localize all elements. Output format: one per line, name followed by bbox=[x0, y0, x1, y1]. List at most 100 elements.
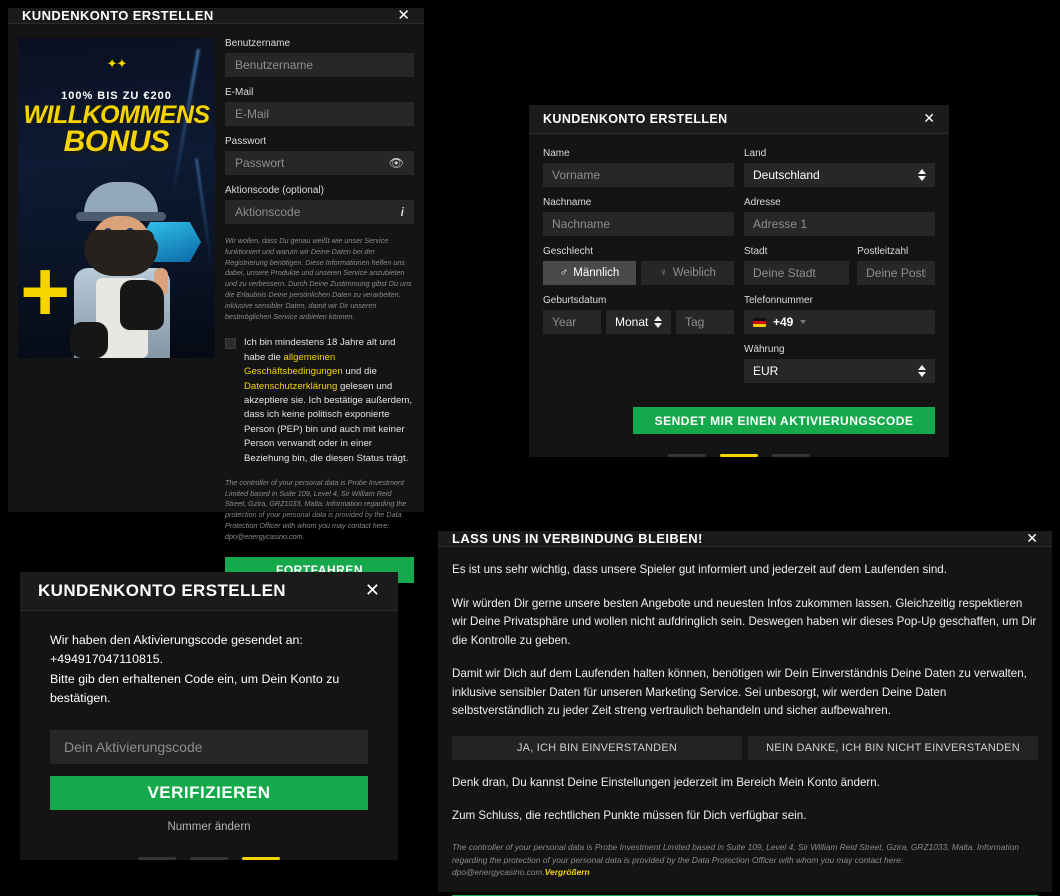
consent-paragraph-4: Denk dran, Du kannst Deine Einstellungen… bbox=[452, 775, 880, 789]
terms-consent-text: Ich bin mindestens 18 Jahre alt und habe… bbox=[244, 336, 414, 466]
dob-row: Monat bbox=[543, 310, 734, 334]
currency-label: Währung bbox=[744, 344, 785, 355]
username-input[interactable] bbox=[225, 53, 414, 77]
modal-body: ✦✦ 100% BIS ZU €200 WILLKOMMENS BONUS + … bbox=[8, 24, 424, 601]
pagination-dash-2[interactable] bbox=[720, 454, 758, 457]
dob-month-select[interactable]: Monat bbox=[606, 310, 671, 334]
email-label: E-Mail bbox=[225, 87, 254, 98]
info-icon[interactable]: i bbox=[401, 205, 404, 219]
promocode-input[interactable] bbox=[225, 200, 414, 224]
close-icon[interactable]: ✕ bbox=[365, 582, 380, 600]
currency-select-wrapper: EUR bbox=[744, 359, 935, 383]
city-zip-row: Stadt Postleitzahl bbox=[744, 246, 935, 285]
activation-code-input[interactable] bbox=[50, 730, 368, 764]
address-label: Adresse bbox=[744, 197, 781, 208]
welcome-bonus-banner: ✦✦ 100% BIS ZU €200 WILLKOMMENS BONUS + bbox=[18, 38, 215, 358]
registration-form-step1: Benutzername E-Mail Passwort 👁 Aktionsco… bbox=[145, 38, 414, 601]
gender-male-label: Männlich bbox=[573, 267, 620, 279]
activation-message-line-2: Bitte gib den erhaltenen Code ein, um De… bbox=[50, 671, 340, 705]
password-field-wrapper: 👁 bbox=[225, 151, 414, 185]
terms-checkbox[interactable] bbox=[225, 338, 236, 350]
modal-header: KUNDENKONTO ERSTELLEN ✕ bbox=[20, 572, 398, 612]
consent-choice-buttons: JA, ICH BIN EINVERSTANDEN NEIN DANKE, IC… bbox=[452, 735, 1038, 760]
modal-body: Name Nachname Geschlecht ♂ Männlich ♀ Weib… bbox=[529, 134, 949, 457]
city-label: Stadt bbox=[744, 246, 768, 257]
consent-paragraph-2: Wir würden Dir gerne unsere besten Angeb… bbox=[452, 596, 1037, 647]
dob-label: Geburtsdatum bbox=[543, 295, 607, 306]
pagination-dash-3[interactable] bbox=[772, 454, 810, 457]
form-column-right: Land Deutschland Adresse Stadt bbox=[744, 148, 935, 393]
pagination-dash-3[interactable] bbox=[242, 857, 280, 860]
privacy-link[interactable]: Datenschutzerklärung bbox=[244, 381, 337, 392]
phone-group: Telefonnummer +49 bbox=[744, 295, 935, 334]
firstname-input[interactable] bbox=[543, 163, 734, 187]
country-group: Land Deutschland bbox=[744, 148, 935, 187]
decline-button[interactable]: NEIN DANKE, ICH BIN NICHT EINVERSTANDEN bbox=[748, 735, 1038, 760]
age-terms-consent-row: Ich bin mindestens 18 Jahre alt und habe… bbox=[225, 336, 414, 466]
send-activation-code-button[interactable]: SENDET MIR EINEN AKTIVIERUNGSCODE bbox=[633, 407, 935, 434]
legal-disclaimer: The controller of your personal data is … bbox=[452, 841, 1038, 879]
activation-message: Wir haben den Aktivierungscode gesendet … bbox=[50, 631, 368, 708]
registration-step1-modal: KUNDENKONTO ERSTELLEN ✕ ✦✦ 100% BIS ZU €… bbox=[8, 8, 424, 601]
lastname-label: Nachname bbox=[543, 197, 592, 208]
dob-year-input[interactable] bbox=[543, 310, 601, 334]
address-group: Adresse bbox=[744, 197, 935, 236]
consent-part-3: gelesen und akzeptiere sie. Ich bestätig… bbox=[244, 380, 412, 464]
gender-male-button[interactable]: ♂ Männlich bbox=[543, 261, 636, 285]
eye-icon[interactable]: 👁 bbox=[389, 156, 404, 170]
registration-step3-modal: KUNDENKONTO ERSTELLEN ✕ Wir haben den Ak… bbox=[20, 572, 398, 860]
country-select[interactable]: Deutschland bbox=[744, 163, 935, 187]
gender-group: Geschlecht ♂ Männlich ♀ Weiblich bbox=[543, 246, 734, 285]
agree-button[interactable]: JA, ICH BIN EINVERSTANDEN bbox=[452, 735, 742, 760]
promocode-field-wrapper: i bbox=[225, 200, 414, 234]
verify-button[interactable]: VERIFIZIEREN bbox=[50, 776, 368, 810]
newsletter-consent-modal: LASS UNS IN VERBINDUNG BLEIBEN! ✕ Es ist… bbox=[438, 531, 1052, 896]
lastname-input[interactable] bbox=[543, 212, 734, 236]
registration-intro-text: Wir wollen, dass Du genau weißt wie unse… bbox=[225, 236, 412, 321]
city-input[interactable] bbox=[744, 261, 850, 285]
zip-input[interactable] bbox=[857, 261, 935, 285]
modal-header: KUNDENKONTO ERSTELLEN ✕ bbox=[529, 105, 949, 134]
modal-body: Es ist uns sehr wichtig, dass unsere Spi… bbox=[438, 547, 1052, 896]
pagination-dash-1[interactable] bbox=[668, 454, 706, 457]
consent-paragraph-3: Damit wir Dich auf dem Laufenden halten … bbox=[452, 667, 1027, 718]
close-icon[interactable]: ✕ bbox=[397, 8, 410, 23]
dob-group: Geburtsdatum Monat bbox=[543, 295, 734, 334]
currency-select[interactable]: EUR bbox=[744, 359, 935, 383]
city-group: Stadt bbox=[744, 246, 850, 285]
password-input[interactable] bbox=[225, 151, 414, 175]
page-title: KUNDENKONTO ERSTELLEN bbox=[543, 112, 728, 126]
phone-dial-code: +49 bbox=[773, 315, 794, 329]
change-number-link[interactable]: Nummer ändern bbox=[50, 821, 368, 833]
gender-female-button[interactable]: ♀ Weiblich bbox=[641, 261, 734, 285]
password-label: Passwort bbox=[225, 136, 267, 147]
country-select-wrapper: Deutschland bbox=[744, 163, 935, 187]
dob-day-input[interactable] bbox=[676, 310, 734, 334]
email-input[interactable] bbox=[225, 102, 414, 126]
expand-legal-link[interactable]: Vergrößern bbox=[545, 867, 590, 877]
male-symbol-icon: ♂ bbox=[559, 267, 569, 279]
form-columns: Name Nachname Geschlecht ♂ Männlich ♀ Weib… bbox=[543, 148, 935, 393]
germany-flag-icon bbox=[753, 317, 766, 327]
registration-step2-modal: KUNDENKONTO ERSTELLEN ✕ Name Nachname Ge… bbox=[529, 105, 949, 457]
close-icon[interactable]: ✕ bbox=[1026, 532, 1038, 546]
phone-label: Telefonnummer bbox=[744, 295, 813, 306]
pagination-dash-1[interactable] bbox=[138, 857, 176, 860]
lightning-decoration-icon bbox=[195, 158, 213, 268]
close-icon[interactable]: ✕ bbox=[923, 112, 935, 126]
modal-header: LASS UNS IN VERBINDUNG BLEIBEN! ✕ bbox=[438, 531, 1052, 547]
page-title: LASS UNS IN VERBINDUNG BLEIBEN! bbox=[452, 531, 703, 546]
pagination-dash-2[interactable] bbox=[190, 857, 228, 860]
promo-line-2: BONUS bbox=[63, 125, 170, 158]
page-title: KUNDENKONTO ERSTELLEN bbox=[38, 581, 286, 601]
gender-label: Geschlecht bbox=[543, 246, 594, 257]
dob-month-select-wrapper: Monat bbox=[606, 310, 671, 334]
female-symbol-icon: ♀ bbox=[659, 267, 668, 279]
phone-country-selector[interactable]: +49 bbox=[744, 310, 935, 334]
lastname-group: Nachname bbox=[543, 197, 734, 236]
activation-message-line-1: Wir haben den Aktivierungscode gesendet … bbox=[50, 633, 303, 667]
miner-mascot-illustration bbox=[68, 182, 176, 358]
modal-body: Wir haben den Aktivierungscode gesendet … bbox=[20, 611, 398, 860]
address-input[interactable] bbox=[744, 212, 935, 236]
step-pagination bbox=[543, 454, 935, 457]
